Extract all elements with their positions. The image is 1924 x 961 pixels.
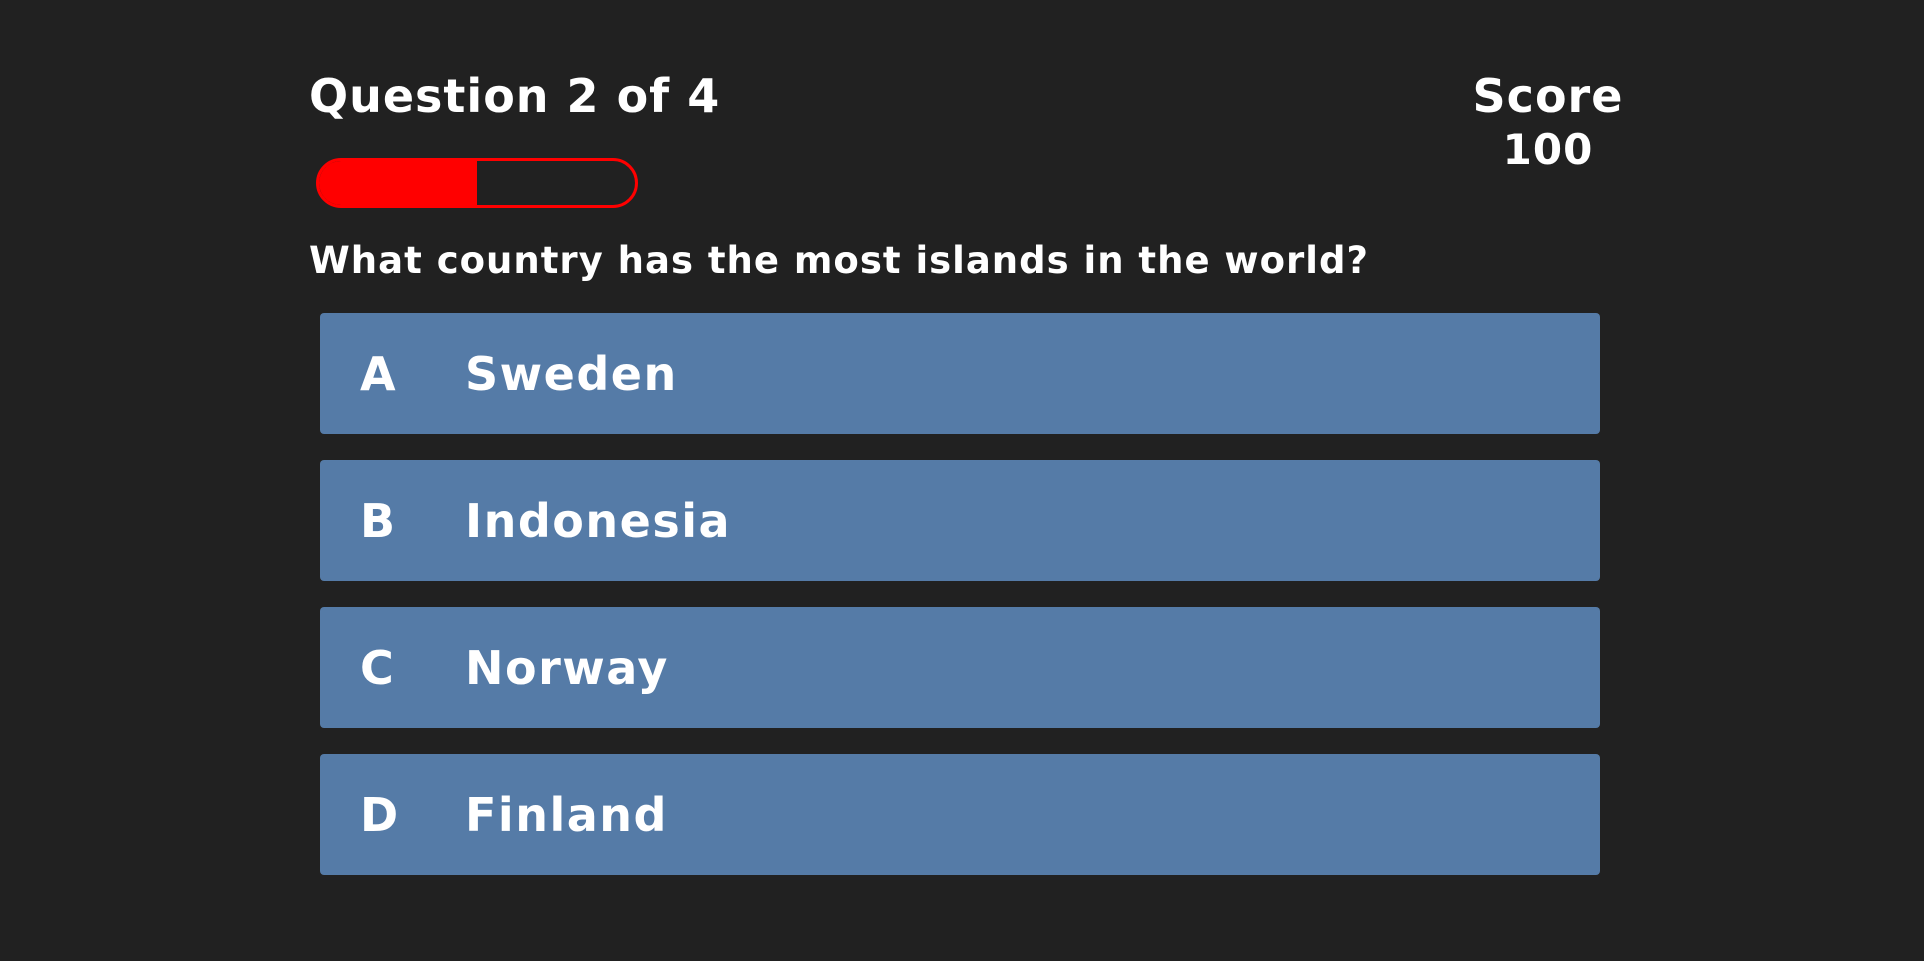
choice-prefix: A <box>360 346 397 401</box>
choice-text: Finland <box>465 787 668 842</box>
hud-progress: Question 2 of 4 <box>309 68 720 208</box>
choice-prefix: B <box>360 493 397 548</box>
quiz-page: Question 2 of 4 Score 100 What country h… <box>0 0 1924 961</box>
question-counter: Question 2 of 4 <box>309 69 721 123</box>
choice-text: Norway <box>465 640 669 695</box>
question-text: What country has the most islands in the… <box>309 239 1369 282</box>
score-label: Score <box>1472 69 1624 123</box>
choice-list: A Sweden B Indonesia C Norway D Finland <box>320 313 1600 901</box>
choice-d-button[interactable]: D Finland <box>320 754 1600 875</box>
choice-text: Sweden <box>465 346 678 401</box>
score-value: 100 <box>1502 125 1594 174</box>
progress-bar <box>316 158 638 208</box>
choice-a-button[interactable]: A Sweden <box>320 313 1600 434</box>
progress-bar-fill <box>319 161 477 205</box>
choice-b-button[interactable]: B Indonesia <box>320 460 1600 581</box>
choice-c-button[interactable]: C Norway <box>320 607 1600 728</box>
choice-prefix: C <box>360 640 395 695</box>
choice-text: Indonesia <box>465 493 732 548</box>
hud-score: Score 100 <box>1470 68 1626 176</box>
choice-prefix: D <box>360 787 400 842</box>
